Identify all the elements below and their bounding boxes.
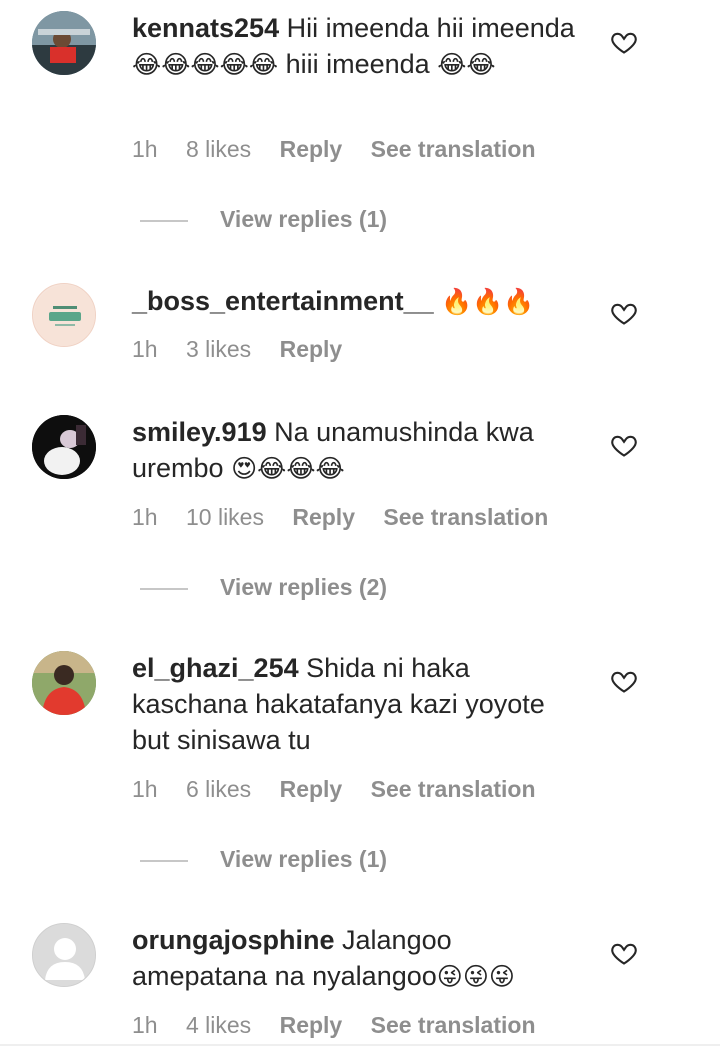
comment-username[interactable]: _boss_entertainment__ (132, 286, 434, 316)
comment-emojis: 🔥🔥🔥 (441, 287, 535, 316)
comment-likes[interactable]: 6 likes (186, 776, 251, 803)
comment-likes[interactable]: 8 likes (186, 136, 251, 163)
comment-body: kennats254 Hii imeenda hii imeenda 😂😂😂😂😂… (132, 10, 582, 83)
car-profile-icon (32, 11, 96, 75)
view-replies-button[interactable]: View replies (1) (140, 846, 387, 873)
see-translation-button[interactable]: See translation (371, 776, 536, 803)
replies-divider (140, 587, 188, 590)
reply-button[interactable]: Reply (280, 1012, 343, 1039)
comment-emojis-continued: 😂😂 (437, 50, 496, 79)
heart-icon[interactable] (610, 939, 638, 967)
comment-username[interactable]: kennats254 (132, 13, 279, 43)
comment-username[interactable]: smiley.919 (132, 417, 267, 447)
comment-time: 1h (132, 504, 158, 530)
heart-icon[interactable] (610, 667, 638, 695)
reply-button[interactable]: Reply (280, 336, 343, 363)
comment-meta: 1h 8 likes Reply See translation (132, 136, 558, 163)
comment-meta: 1h 6 likes Reply See translation (132, 776, 558, 803)
view-replies-label: View replies (2) (220, 574, 388, 600)
comment-time: 1h (132, 1012, 158, 1038)
comment-body: el_ghazi_254 Shida ni haka kaschana haka… (132, 650, 582, 758)
view-replies-label: View replies (1) (220, 206, 388, 232)
comment-body: _boss_entertainment__ 🔥🔥🔥 (132, 283, 582, 320)
comment-body: orungajosphine Jalangoo amepatana na nya… (132, 922, 582, 995)
view-replies-button[interactable]: View replies (1) (140, 206, 387, 233)
comment-text: Hii imeenda hii imeenda (286, 13, 575, 43)
heart-icon[interactable] (610, 28, 638, 56)
view-replies-label: View replies (1) (220, 846, 388, 872)
comment-emojis: 😜😜😜 (436, 962, 515, 991)
comment-meta: 1h 3 likes Reply (132, 336, 364, 363)
heart-icon[interactable] (610, 299, 638, 327)
comment-time: 1h (132, 136, 158, 162)
replies-divider (140, 219, 188, 222)
comment-body: smiley.919 Na unamushinda kwa urembo 😍😂😂… (132, 414, 582, 487)
man-red-shirt-icon (32, 651, 96, 715)
see-translation-button[interactable]: See translation (371, 136, 536, 163)
user-avatar[interactable] (32, 11, 96, 75)
user-avatar[interactable] (32, 283, 96, 347)
user-avatar[interactable] (32, 651, 96, 715)
comment-text-continued: hiii imeenda (285, 49, 430, 79)
user-avatar[interactable] (32, 415, 96, 479)
boss-logo-icon (34, 285, 95, 346)
comment-time: 1h (132, 776, 158, 802)
comment-time: 1h (132, 336, 158, 362)
see-translation-button[interactable]: See translation (371, 1012, 536, 1039)
comment-meta: 1h 4 likes Reply See translation (132, 1012, 558, 1039)
default-user-icon (33, 924, 95, 986)
reply-button[interactable]: Reply (280, 776, 343, 803)
comment-emojis: 😍😂😂😂 (231, 454, 345, 483)
comment-likes[interactable]: 10 likes (186, 504, 264, 531)
user-avatar[interactable] (32, 923, 96, 987)
view-replies-button[interactable]: View replies (2) (140, 574, 387, 601)
comment-username[interactable]: orungajosphine (132, 925, 335, 955)
reply-button[interactable]: Reply (292, 504, 355, 531)
replies-divider (140, 859, 188, 862)
heart-icon[interactable] (610, 431, 638, 459)
reply-button[interactable]: Reply (280, 136, 343, 163)
comment-username[interactable]: el_ghazi_254 (132, 653, 299, 683)
person-photo-icon (32, 415, 96, 479)
comment-meta: 1h 10 likes Reply See translation (132, 504, 570, 531)
see-translation-button[interactable]: See translation (383, 504, 548, 531)
comment-likes[interactable]: 3 likes (186, 336, 251, 363)
comment-likes[interactable]: 4 likes (186, 1012, 251, 1039)
comment-emojis: 😂😂😂😂😂 (132, 50, 279, 79)
